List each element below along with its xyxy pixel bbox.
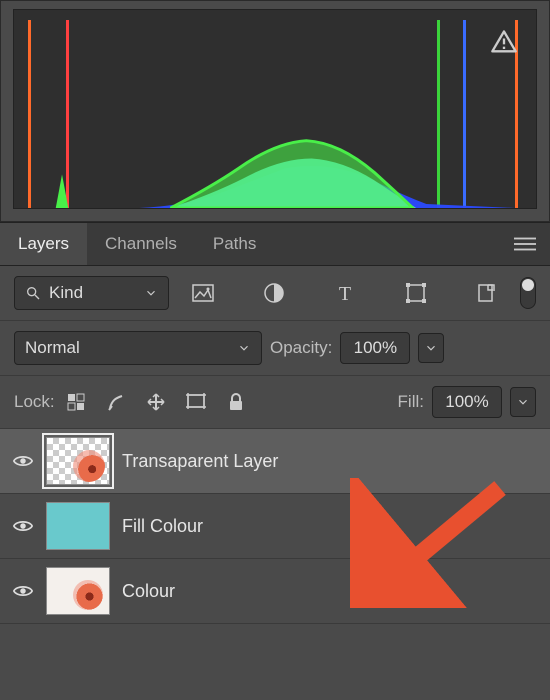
opacity-value-text: 100% bbox=[354, 338, 397, 357]
layer-name-label[interactable]: Transaparent Layer bbox=[122, 451, 278, 472]
fill-value-text: 100% bbox=[445, 392, 488, 411]
panel-tabs: Layers Channels Paths bbox=[0, 222, 550, 266]
layer-name-label[interactable]: Colour bbox=[122, 581, 175, 602]
lock-all-icon[interactable] bbox=[223, 389, 249, 415]
panel-menu-icon[interactable] bbox=[514, 236, 536, 252]
lock-label: Lock: bbox=[14, 392, 55, 412]
histogram-plot bbox=[14, 10, 536, 208]
layer-name-label[interactable]: Fill Colour bbox=[122, 516, 203, 537]
filter-shape-layers-icon[interactable] bbox=[403, 280, 429, 306]
blend-mode-select[interactable]: Normal bbox=[14, 331, 262, 365]
visibility-toggle-icon[interactable] bbox=[12, 515, 34, 537]
layer-row-transparent[interactable]: Transaparent Layer bbox=[0, 429, 550, 494]
filter-kind-label: Kind bbox=[49, 283, 136, 303]
opacity-dropdown[interactable] bbox=[418, 333, 444, 363]
layer-thumbnail[interactable] bbox=[46, 437, 110, 485]
blend-mode-label: Normal bbox=[25, 338, 237, 358]
tab-layers[interactable]: Layers bbox=[0, 223, 87, 265]
histogram bbox=[13, 9, 537, 209]
lock-row: Lock: Fill: 100% bbox=[0, 376, 550, 429]
filter-type-layers-icon[interactable]: T bbox=[332, 280, 358, 306]
chevron-down-icon bbox=[424, 341, 438, 355]
search-icon bbox=[25, 285, 41, 301]
lock-position-icon[interactable] bbox=[143, 389, 169, 415]
filter-smart-objects-icon[interactable] bbox=[474, 280, 500, 306]
layers-list: Transaparent Layer Fill Colour Colour bbox=[0, 429, 550, 624]
tab-paths[interactable]: Paths bbox=[195, 223, 274, 265]
tab-channels[interactable]: Channels bbox=[87, 223, 195, 265]
chevron-down-icon bbox=[144, 286, 158, 300]
lock-artboard-icon[interactable] bbox=[183, 389, 209, 415]
histogram-panel bbox=[0, 0, 550, 222]
filter-kind-select[interactable]: Kind bbox=[14, 276, 169, 310]
filter-adjustment-layers-icon[interactable] bbox=[261, 280, 287, 306]
chevron-down-icon bbox=[516, 395, 530, 409]
fill-label[interactable]: Fill: bbox=[398, 392, 424, 412]
lock-image-pixels-icon[interactable] bbox=[103, 389, 129, 415]
visibility-toggle-icon[interactable] bbox=[12, 450, 34, 472]
svg-text:T: T bbox=[338, 283, 350, 304]
layer-row-colour[interactable]: Colour bbox=[0, 559, 550, 624]
lock-transparent-pixels-icon[interactable] bbox=[63, 389, 89, 415]
warning-icon[interactable] bbox=[488, 28, 520, 56]
layer-thumbnail[interactable] bbox=[46, 502, 110, 550]
layer-thumbnail[interactable] bbox=[46, 567, 110, 615]
visibility-toggle-icon[interactable] bbox=[12, 580, 34, 602]
tab-layers-label: Layers bbox=[18, 234, 69, 254]
opacity-label[interactable]: Opacity: bbox=[270, 338, 332, 358]
fill-dropdown[interactable] bbox=[510, 387, 536, 417]
opacity-value[interactable]: 100% bbox=[340, 332, 410, 364]
fill-value[interactable]: 100% bbox=[432, 386, 502, 418]
filter-pixel-layers-icon[interactable] bbox=[190, 280, 216, 306]
chevron-down-icon bbox=[237, 341, 251, 355]
tab-channels-label: Channels bbox=[105, 234, 177, 254]
filter-toggle[interactable] bbox=[520, 277, 536, 309]
blend-row: Normal Opacity: 100% bbox=[0, 321, 550, 376]
layer-row-fill-colour[interactable]: Fill Colour bbox=[0, 494, 550, 559]
layer-filter-row: Kind T bbox=[0, 266, 550, 321]
tab-paths-label: Paths bbox=[213, 234, 256, 254]
